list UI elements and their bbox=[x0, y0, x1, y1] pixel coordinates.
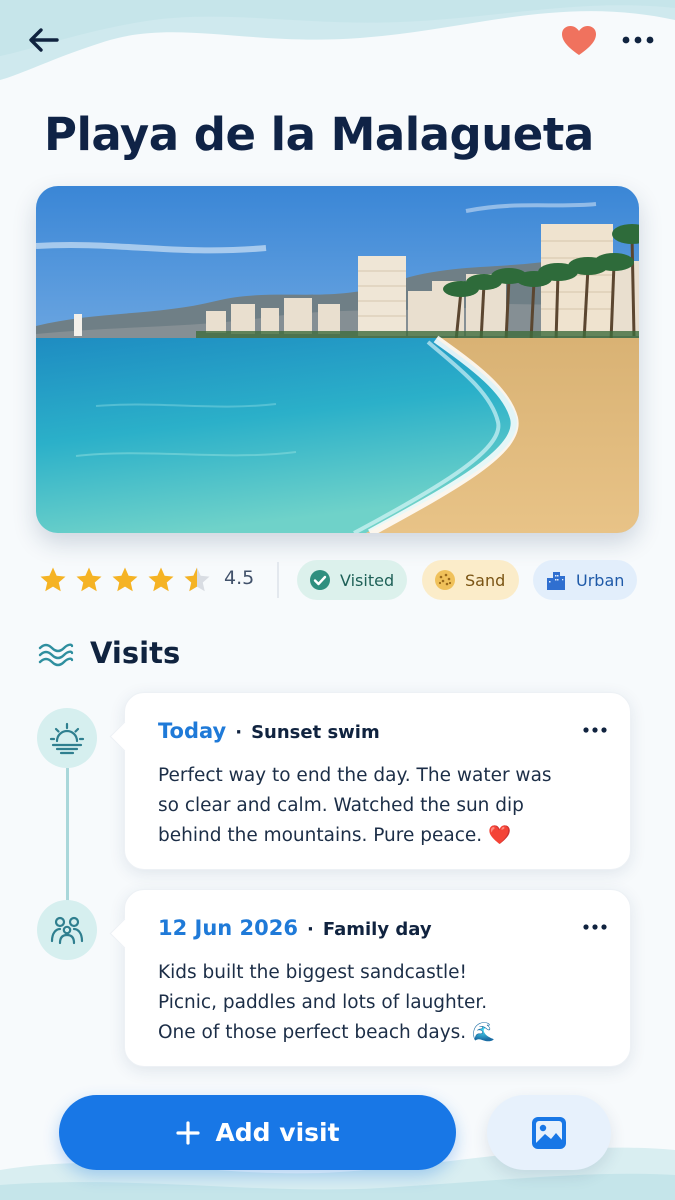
star-full-icon bbox=[112, 567, 138, 592]
more-horizontal-icon bbox=[583, 727, 607, 733]
star-rating bbox=[38, 564, 218, 596]
visit-card-header: Today · Sunset swim bbox=[158, 719, 380, 749]
visit-label: Sunset swim bbox=[251, 722, 380, 743]
visit-note-line: so clear and calm. Watched the sun dip bbox=[158, 795, 524, 816]
tag-visited[interactable]: Visited bbox=[297, 560, 407, 600]
back-button[interactable] bbox=[26, 24, 62, 56]
more-options-button[interactable] bbox=[618, 26, 658, 54]
sunset-icon bbox=[49, 722, 85, 755]
visit-note: Perfect way to end the day. The water wa… bbox=[158, 761, 598, 851]
visit-card[interactable]: Today · Sunset swim Perfect way to end t… bbox=[124, 692, 631, 870]
visit-label: Family day bbox=[322, 919, 432, 940]
visit-note-line: Kids built the biggest sandcastle! bbox=[158, 962, 467, 983]
visit-date: 12 Jun 2026 bbox=[158, 916, 299, 940]
star-full-icon bbox=[148, 567, 174, 592]
tag-label: Sand bbox=[465, 570, 506, 590]
rating-and-tags: 4.5 Visited Sand Urban bbox=[38, 558, 638, 602]
timeline-node-family bbox=[37, 900, 97, 960]
add-visit-button[interactable]: Add visit bbox=[59, 1095, 456, 1170]
beach-illustration bbox=[36, 186, 639, 533]
city-buildings-icon bbox=[547, 572, 565, 590]
tag-label: Visited bbox=[340, 570, 395, 590]
tag-label: Urban bbox=[576, 570, 625, 590]
add-photo-button[interactable] bbox=[487, 1095, 611, 1170]
tag-sand[interactable]: Sand bbox=[422, 560, 519, 600]
visits-title: Visits bbox=[90, 636, 181, 670]
more-horizontal-icon bbox=[622, 36, 654, 44]
visit-note: Kids built the biggest sandcastle! Picni… bbox=[158, 958, 598, 1048]
visit-more-button[interactable] bbox=[578, 719, 612, 741]
arrow-left-icon bbox=[29, 28, 59, 52]
separator-dot: · bbox=[235, 722, 243, 743]
add-visit-label: Add visit bbox=[215, 1118, 340, 1147]
visit-more-button[interactable] bbox=[578, 916, 612, 938]
visit-note-line: Picnic, paddles and lots of laughter. bbox=[158, 992, 488, 1013]
top-bar bbox=[0, 0, 675, 80]
separator-dot: · bbox=[307, 919, 314, 940]
divider bbox=[277, 562, 279, 598]
favorite-button[interactable] bbox=[560, 24, 598, 58]
sand-icon bbox=[435, 570, 455, 590]
timeline-line bbox=[66, 768, 69, 902]
heart-icon bbox=[562, 26, 596, 55]
star-full-icon bbox=[40, 567, 66, 592]
timeline-node-sunset bbox=[37, 708, 97, 768]
tag-urban[interactable]: Urban bbox=[533, 560, 637, 600]
star-full-icon bbox=[76, 567, 102, 592]
image-icon bbox=[532, 1116, 566, 1149]
check-circle-icon bbox=[310, 570, 330, 590]
family-icon bbox=[50, 916, 84, 945]
more-horizontal-icon bbox=[583, 924, 607, 930]
waves-icon bbox=[38, 643, 74, 667]
star-half-icon bbox=[184, 567, 210, 592]
visit-card[interactable]: 12 Jun 2026 · Family day Kids built the … bbox=[124, 889, 631, 1067]
visit-date: Today bbox=[158, 719, 227, 743]
page-title: Playa de la Malagueta bbox=[44, 108, 594, 161]
visit-note-line: behind the mountains. Pure peace. ❤️ bbox=[158, 825, 512, 846]
beach-photo[interactable] bbox=[36, 186, 639, 533]
visit-card-header: 12 Jun 2026 · Family day bbox=[158, 916, 432, 946]
visit-note-line: One of those perfect beach days. 🌊 bbox=[158, 1022, 496, 1043]
plus-icon bbox=[176, 1120, 201, 1145]
visit-note-line: Perfect way to end the day. The water wa… bbox=[158, 765, 552, 786]
rating-value: 4.5 bbox=[224, 567, 255, 589]
